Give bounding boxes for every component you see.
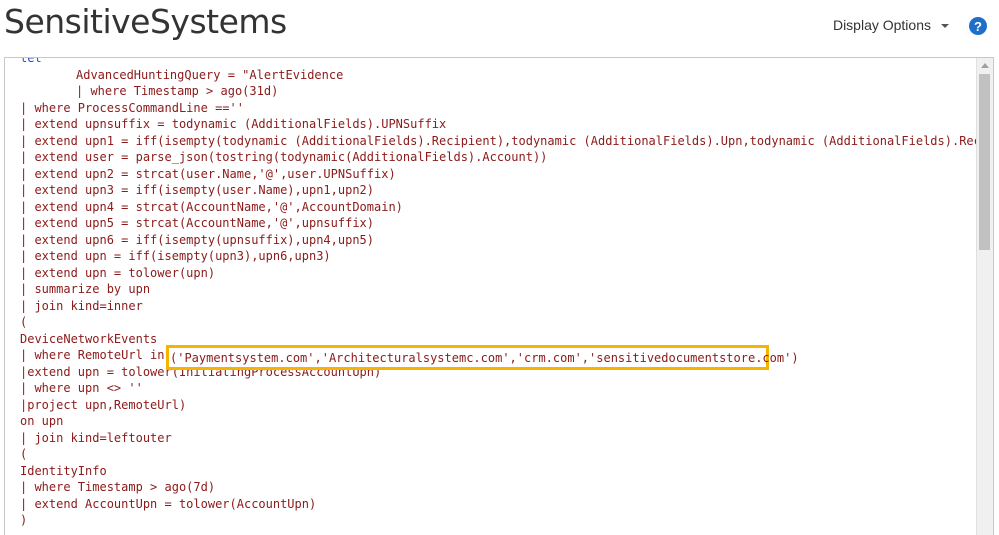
vertical-scrollbar[interactable] bbox=[976, 58, 993, 535]
code-line: AdvancedHuntingQuery = "AlertEvidence bbox=[76, 67, 344, 82]
code-line: | where ProcessCommandLine =='' bbox=[20, 100, 244, 115]
code-line: | extend upn1 = iff(isempty(todynamic (A… bbox=[20, 133, 994, 148]
code-line: | where Timestamp > ago(31d) bbox=[76, 84, 279, 98]
help-icon[interactable]: ? bbox=[969, 17, 987, 35]
code-line: ) bbox=[20, 513, 28, 527]
scrollbar-thumb[interactable] bbox=[979, 74, 990, 250]
code-line: | extend user = parse_json(tostring(tody… bbox=[20, 150, 548, 164]
display-options-label: Display Options bbox=[832, 17, 931, 33]
code-line: | extend upnsuffix = todynamic (Addition… bbox=[20, 117, 447, 131]
chevron-down-icon bbox=[941, 24, 949, 28]
code-line: | where Timestamp > ago(7d) bbox=[20, 480, 216, 494]
code-line: | extend upn3 = iff(isempty(user.Name),u… bbox=[20, 183, 375, 197]
code-line: | extend upn5 = strcat(AccountName,'@',u… bbox=[20, 216, 375, 230]
query-editor[interactable]: let AdvancedHuntingQuery = "AlertEvidence… bbox=[4, 57, 994, 535]
code-line: | summarize by upn bbox=[20, 282, 151, 296]
code-line: | extend upn2 = strcat(user.Name,'@',use… bbox=[20, 166, 396, 181]
code-line: | extend upn4 = strcat(AccountName,'@',A… bbox=[20, 199, 403, 214]
code-line: | join kind=inner bbox=[20, 298, 143, 313]
highlighted-url-list: ('Paymentsystem.com','Architecturalsyste… bbox=[166, 345, 799, 370]
code-line: |project upn,RemoteUrl) bbox=[20, 397, 187, 412]
query-code[interactable]: let AdvancedHuntingQuery = "AlertEvidence… bbox=[20, 57, 994, 529]
code-line: ( bbox=[20, 447, 28, 461]
code-line: ( bbox=[20, 315, 28, 329]
code-line: | extend upn = tolower(upn) bbox=[20, 265, 216, 280]
code-line: | extend upn = iff(isempty(upn3),upn6,up… bbox=[20, 249, 331, 263]
code-line: | join kind=leftouter bbox=[20, 430, 172, 445]
code-line: | extend upn6 = iff(isempty(upnsuffix),u… bbox=[20, 232, 375, 247]
code-line: IdentityInfo bbox=[20, 463, 107, 478]
app-title: SensitiveSystems bbox=[4, 2, 287, 41]
code-line: on upn bbox=[20, 414, 64, 428]
code-line: | extend AccountUpn = tolower(AccountUpn… bbox=[20, 496, 317, 511]
code-line: let bbox=[20, 57, 42, 65]
code-line: | where upn <> '' bbox=[20, 381, 143, 395]
display-options-dropdown[interactable]: Display Options bbox=[833, 17, 949, 33]
scroll-up-arrow-icon[interactable] bbox=[981, 63, 989, 68]
